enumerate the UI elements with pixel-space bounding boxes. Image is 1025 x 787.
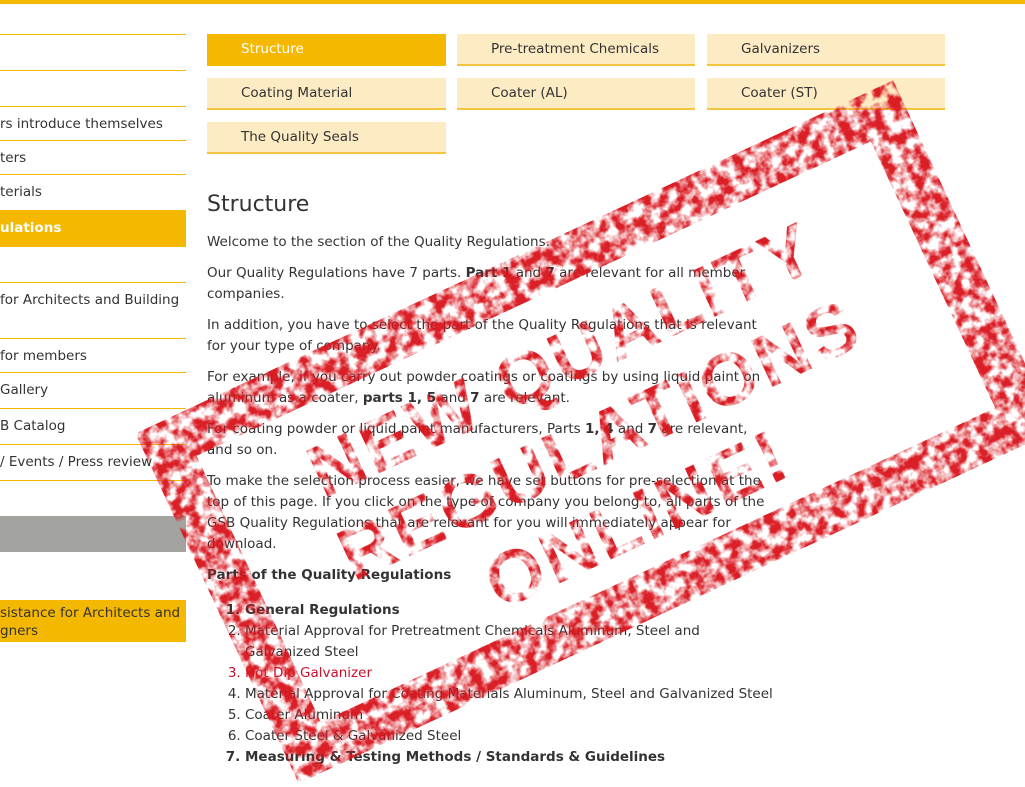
sidebar-item-label: for Architects and Building bbox=[0, 292, 180, 308]
sidebar-item-7[interactable] bbox=[0, 246, 186, 282]
sidebar-item-label: B Catalog bbox=[0, 418, 66, 434]
sidebar-item-label bbox=[0, 481, 186, 489]
sidebar-item-2[interactable] bbox=[0, 70, 186, 106]
sidebar-item-label: / Events / Press review bbox=[0, 454, 153, 470]
part-link-6[interactable]: Coater Steel & Galvanized Steel bbox=[245, 726, 777, 747]
sidebar-item-quality-regulations[interactable]: ulations bbox=[0, 210, 186, 246]
buttons-paragraph: To make the selection process easier, we… bbox=[207, 473, 765, 552]
part-link-7[interactable]: Measuring & Testing Methods / Standards … bbox=[245, 747, 777, 768]
sidebar-item-label bbox=[0, 517, 186, 525]
parts-heading: Parts of the Quality Regulations bbox=[207, 567, 452, 583]
sidebar-item-coaters[interactable]: ters bbox=[0, 140, 186, 174]
tab-label: The Quality Seals bbox=[241, 129, 359, 145]
part-link-1[interactable]: General Regulations bbox=[245, 600, 777, 621]
part-link-2[interactable]: Material Approval for Pretreatment Chemi… bbox=[245, 621, 777, 663]
sidebar-item-members-introduce[interactable]: rs introduce themselves bbox=[0, 106, 186, 140]
tab-label: Coating Material bbox=[241, 85, 353, 101]
sidebar-item-1[interactable] bbox=[0, 34, 186, 70]
sidebar-item-label bbox=[0, 71, 186, 79]
page-title: Structure bbox=[207, 192, 310, 217]
tab-label: Structure bbox=[241, 41, 304, 57]
sidebar-item-label: rs introduce themselves bbox=[0, 116, 163, 132]
tab-coater-st[interactable]: Coater (ST) bbox=[707, 78, 945, 110]
sidebar-item-events[interactable]: / Events / Press review bbox=[0, 444, 186, 480]
sidebar-item-label: Gallery bbox=[0, 382, 49, 398]
sidebar-item-13[interactable] bbox=[0, 480, 186, 516]
tab-pretreatment-chemicals[interactable]: Pre-treatment Chemicals bbox=[457, 34, 695, 66]
top-accent-line bbox=[0, 0, 1025, 4]
manufacturers-paragraph: For coating powder or liquid paint manuf… bbox=[207, 421, 748, 458]
sidebar-item-label: ulations bbox=[0, 220, 62, 236]
example-paragraph: For example, if you carry out powder coa… bbox=[207, 369, 761, 406]
sidebar-grey-bar bbox=[0, 516, 186, 552]
parts-paragraph: Our Quality Regulations have 7 parts. Pa… bbox=[207, 265, 746, 302]
part-link-4[interactable]: Material Approval for Coating Materials … bbox=[245, 684, 777, 705]
tab-label: Coater (AL) bbox=[491, 85, 568, 101]
tab-label: Coater (ST) bbox=[741, 85, 818, 101]
selection-paragraph: In addition, you have to select the part… bbox=[207, 317, 757, 354]
sidebar-item-label: for members bbox=[0, 348, 87, 364]
tab-label: Galvanizers bbox=[741, 41, 821, 57]
sidebar-item-label bbox=[0, 35, 186, 43]
sidebar-item-label: sistance for Architects and gners bbox=[0, 605, 181, 639]
tab-coater-al[interactable]: Coater (AL) bbox=[457, 78, 695, 110]
sidebar-item-label bbox=[0, 247, 186, 255]
sidebar-item-architects[interactable]: for Architects and Building bbox=[0, 282, 186, 338]
tab-label: Pre-treatment Chemicals bbox=[491, 41, 660, 57]
sidebar-item-label: ters bbox=[0, 150, 27, 166]
sidebar-item-gallery[interactable]: Gallery bbox=[0, 372, 186, 408]
tab-quality-seals[interactable]: The Quality Seals bbox=[207, 122, 446, 154]
sidebar-item-materials[interactable]: terials bbox=[0, 174, 186, 210]
main-content: Structure Welcome to the section of the … bbox=[207, 190, 777, 768]
tab-structure[interactable]: Structure bbox=[207, 34, 446, 66]
sidebar-item-for-members[interactable]: for members bbox=[0, 338, 186, 372]
sidebar-item-label: terials bbox=[0, 184, 42, 200]
tab-coating-material[interactable]: Coating Material bbox=[207, 78, 446, 110]
parts-list: General Regulations Material Approval fo… bbox=[207, 600, 777, 768]
sidebar-item-catalog[interactable]: B Catalog bbox=[0, 408, 186, 444]
sidebar-assistance-button[interactable]: sistance for Architects and gners bbox=[0, 600, 186, 642]
tab-galvanizers[interactable]: Galvanizers bbox=[707, 34, 945, 66]
intro-paragraph: Welcome to the section of the Quality Re… bbox=[207, 234, 550, 250]
part-link-3[interactable]: Hot Dip Galvanizer bbox=[245, 663, 777, 684]
part-link-5[interactable]: Coater Aluminum bbox=[245, 705, 777, 726]
